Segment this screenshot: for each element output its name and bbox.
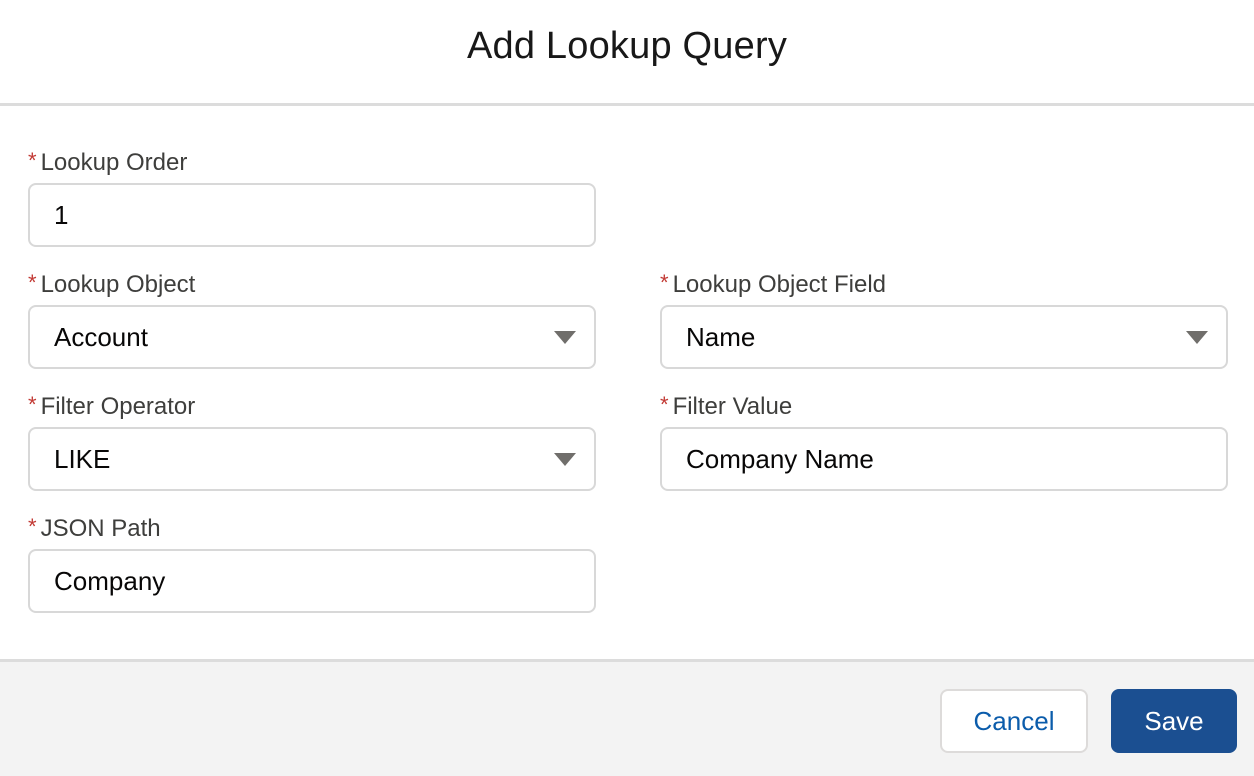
json-path-input[interactable]: Company: [28, 549, 596, 613]
lookup-object-label: * Lookup Object: [28, 270, 196, 299]
lookup-order-input[interactable]: 1: [28, 183, 596, 247]
required-marker: *: [660, 270, 669, 295]
json-path-label: * JSON Path: [28, 514, 161, 543]
json-path-label-text: JSON Path: [40, 515, 161, 542]
filter-value-label-text: Filter Value: [672, 393, 793, 420]
chevron-down-icon[interactable]: [554, 331, 576, 344]
lookup-object-select[interactable]: Account: [28, 305, 596, 369]
filter-operator-label: * Filter Operator: [28, 392, 196, 421]
lookup-object-label-text: Lookup Object: [40, 271, 196, 298]
add-lookup-query-modal: Add Lookup Query * Lookup Order 1 * Lookup…: [0, 0, 1254, 776]
lookup-object-value: Account: [54, 321, 148, 352]
lookup-object-field-value: Name: [686, 321, 756, 352]
cancel-button[interactable]: Cancel: [940, 689, 1088, 753]
chevron-down-icon[interactable]: [1186, 331, 1208, 344]
required-marker: *: [28, 148, 37, 173]
json-path-value: Company: [54, 565, 166, 596]
filter-value-input[interactable]: Company Name: [660, 427, 1228, 491]
lookup-order-label: * Lookup Order: [28, 148, 188, 177]
chevron-down-icon[interactable]: [554, 453, 576, 466]
required-marker: *: [28, 270, 37, 295]
filter-value-value: Company Name: [686, 443, 874, 474]
filter-operator-select[interactable]: LIKE: [28, 427, 596, 491]
modal-title: Add Lookup Query: [466, 25, 788, 67]
save-button[interactable]: Save: [1111, 689, 1237, 753]
filter-operator-label-text: Filter Operator: [40, 393, 196, 420]
required-marker: *: [28, 392, 37, 417]
required-marker: *: [660, 392, 669, 417]
lookup-order-label-text: Lookup Order: [40, 149, 188, 176]
lookup-order-value: 1: [54, 199, 69, 230]
filter-operator-value: LIKE: [54, 443, 111, 474]
filter-value-label: * Filter Value: [660, 392, 793, 421]
modal-header: Add Lookup Query: [0, 0, 1254, 106]
lookup-object-field-label: * Lookup Object Field: [660, 270, 887, 299]
modal-footer: Cancel Save: [0, 659, 1254, 776]
lookup-object-field-select[interactable]: Name: [660, 305, 1228, 369]
lookup-object-field-label-text: Lookup Object Field: [672, 271, 887, 298]
required-marker: *: [28, 514, 37, 539]
